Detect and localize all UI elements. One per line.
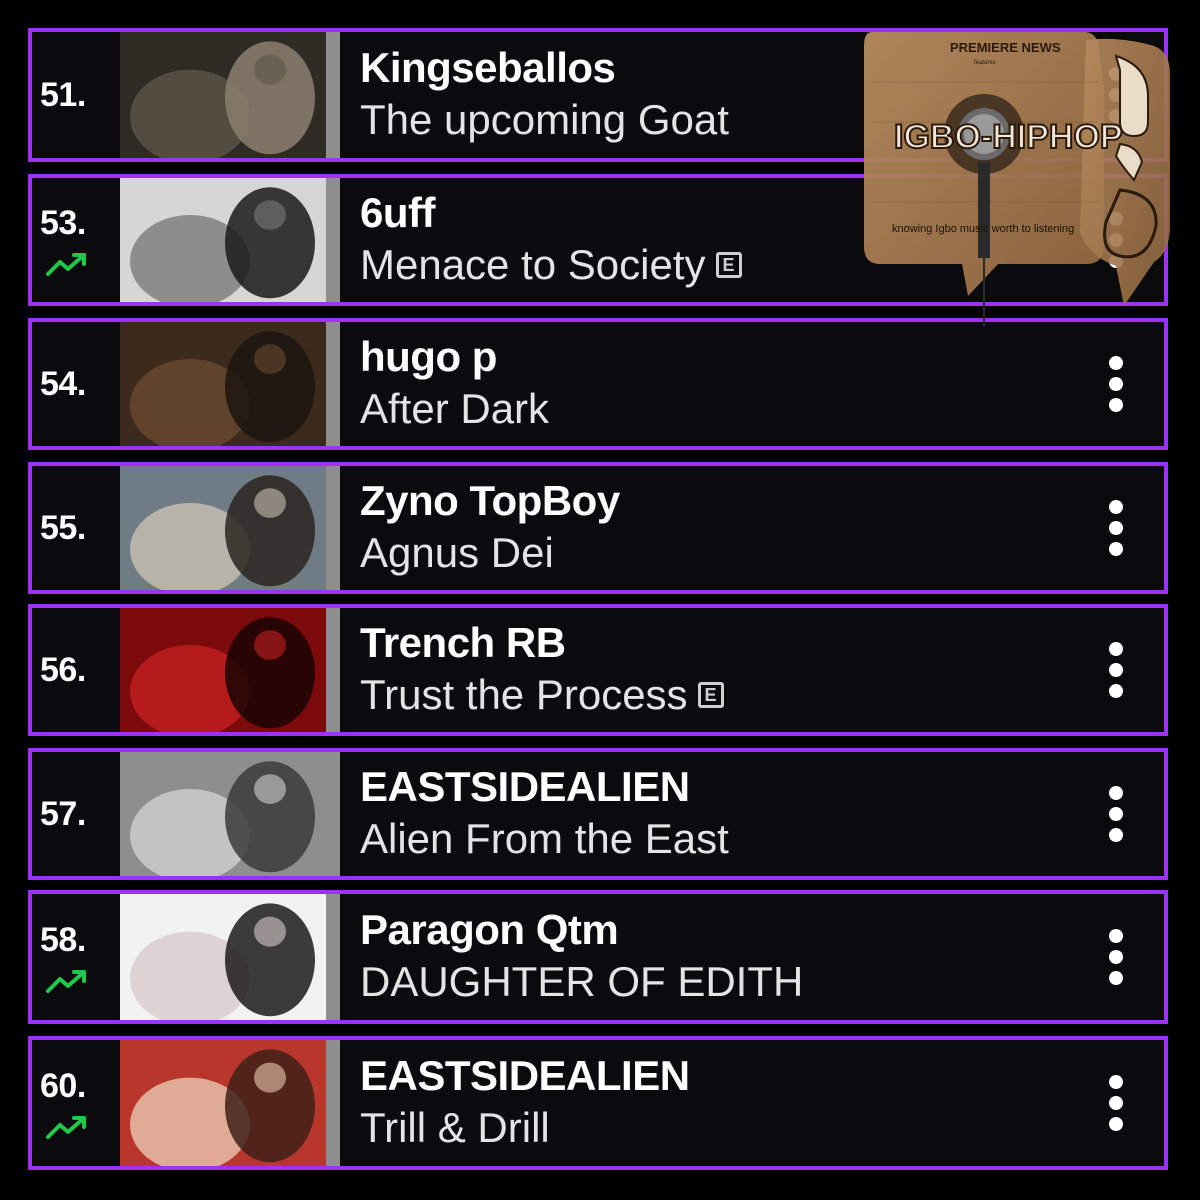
track-title[interactable]: Trill & Drill — [360, 1101, 550, 1156]
more-vertical-icon — [1109, 356, 1123, 412]
track-info: Trench RB Trust the Process E — [340, 608, 1068, 732]
rank-column: 54. — [32, 322, 120, 446]
more-vertical-icon — [1109, 500, 1123, 556]
album-cover-image[interactable] — [120, 894, 340, 1020]
track-info: Paragon Qtm DAUGHTER OF EDITH — [340, 894, 1068, 1020]
rank-number: 51. — [40, 75, 86, 114]
more-options-button[interactable] — [1068, 1040, 1164, 1166]
track-title[interactable]: DAUGHTER OF EDITH — [360, 955, 803, 1010]
chart-row[interactable]: 54. hugo p After Dark — [28, 318, 1168, 450]
track-title-line: Trill & Drill — [360, 1101, 1068, 1156]
logo-top-text: PREMIERE NEWS — [950, 40, 1061, 55]
rank-number: 60. — [40, 1066, 86, 1105]
rank-column: 51. — [32, 32, 120, 158]
trending-up-icon — [40, 1106, 120, 1140]
rank-number: 56. — [40, 650, 86, 689]
more-options-button[interactable] — [1068, 752, 1164, 876]
chart-row[interactable]: 55. Zyno TopBoy Agnus Dei — [28, 462, 1168, 594]
chart-row[interactable]: 57. EASTSIDEALIEN Alien From the East — [28, 748, 1168, 880]
track-title-line: Alien From the East — [360, 812, 1068, 867]
artist-name[interactable]: EASTSIDEALIEN — [360, 1051, 1068, 1101]
logo-small-text: features — [974, 60, 996, 66]
rank-column: 53. — [32, 178, 120, 302]
more-options-button[interactable] — [1068, 466, 1164, 590]
more-vertical-icon — [1109, 642, 1123, 698]
logo-main-text: IGBO-HIPHOP — [894, 118, 1123, 156]
logo-tagline: knowing Igbo music worth to listening — [892, 223, 1074, 235]
rank-column: 57. — [32, 752, 120, 876]
album-cover-image[interactable] — [120, 178, 340, 302]
track-title-line: DAUGHTER OF EDITH — [360, 955, 1068, 1010]
explicit-badge: E — [715, 252, 742, 279]
track-title-line: Agnus Dei — [360, 526, 1068, 581]
chart-row[interactable]: 60. EASTSIDEALIEN Trill & Drill — [28, 1036, 1168, 1170]
track-title-line: After Dark — [360, 382, 1068, 437]
album-cover-image[interactable] — [120, 752, 340, 876]
rank-number: 54. — [40, 364, 86, 403]
track-title-line: Trust the Process E — [360, 668, 1068, 723]
artist-name[interactable]: Zyno TopBoy — [360, 476, 1068, 526]
rank-column: 58. — [32, 894, 120, 1020]
igbo-hiphop-logo: PREMIERE NEWS features IGBO-HIPHOP knowi… — [858, 26, 1174, 326]
track-title[interactable]: Menace to Society — [360, 238, 706, 293]
rank-column: 60. — [32, 1040, 120, 1166]
explicit-badge: E — [697, 682, 724, 709]
artist-name[interactable]: EASTSIDEALIEN — [360, 762, 1068, 812]
track-info: EASTSIDEALIEN Alien From the East — [340, 752, 1068, 876]
artist-name[interactable]: Paragon Qtm — [360, 905, 1068, 955]
rank-number: 53. — [40, 203, 86, 242]
more-options-button[interactable] — [1068, 322, 1164, 446]
artist-name[interactable]: Trench RB — [360, 618, 1068, 668]
track-title[interactable]: Alien From the East — [360, 812, 729, 867]
track-title[interactable]: After Dark — [360, 382, 549, 437]
rank-number: 58. — [40, 920, 86, 959]
track-info: Zyno TopBoy Agnus Dei — [340, 466, 1068, 590]
rank-column: 55. — [32, 466, 120, 590]
more-vertical-icon — [1109, 786, 1123, 842]
more-vertical-icon — [1109, 1075, 1123, 1131]
album-cover-image[interactable] — [120, 32, 340, 158]
track-info: hugo p After Dark — [340, 322, 1068, 446]
more-vertical-icon — [1109, 929, 1123, 985]
track-title[interactable]: Trust the Process — [360, 668, 688, 723]
more-options-button[interactable] — [1068, 608, 1164, 732]
chart-row[interactable]: 58. Paragon Qtm DAUGHTER OF EDITH — [28, 890, 1168, 1024]
artist-name[interactable]: hugo p — [360, 332, 1068, 382]
chart-row[interactable]: 56. Trench RB Trust the Process E — [28, 604, 1168, 736]
album-cover-image[interactable] — [120, 1040, 340, 1166]
rank-number: 57. — [40, 794, 86, 833]
track-title[interactable]: The upcoming Goat — [360, 93, 729, 148]
album-cover-image[interactable] — [120, 608, 340, 732]
trending-up-icon — [40, 243, 120, 277]
rank-column: 56. — [32, 608, 120, 732]
track-info: EASTSIDEALIEN Trill & Drill — [340, 1040, 1068, 1166]
rank-number: 55. — [40, 508, 86, 547]
more-options-button[interactable] — [1068, 894, 1164, 1020]
album-cover-image[interactable] — [120, 466, 340, 590]
trending-up-icon — [40, 960, 120, 994]
track-title[interactable]: Agnus Dei — [360, 526, 554, 581]
album-cover-image[interactable] — [120, 322, 340, 446]
